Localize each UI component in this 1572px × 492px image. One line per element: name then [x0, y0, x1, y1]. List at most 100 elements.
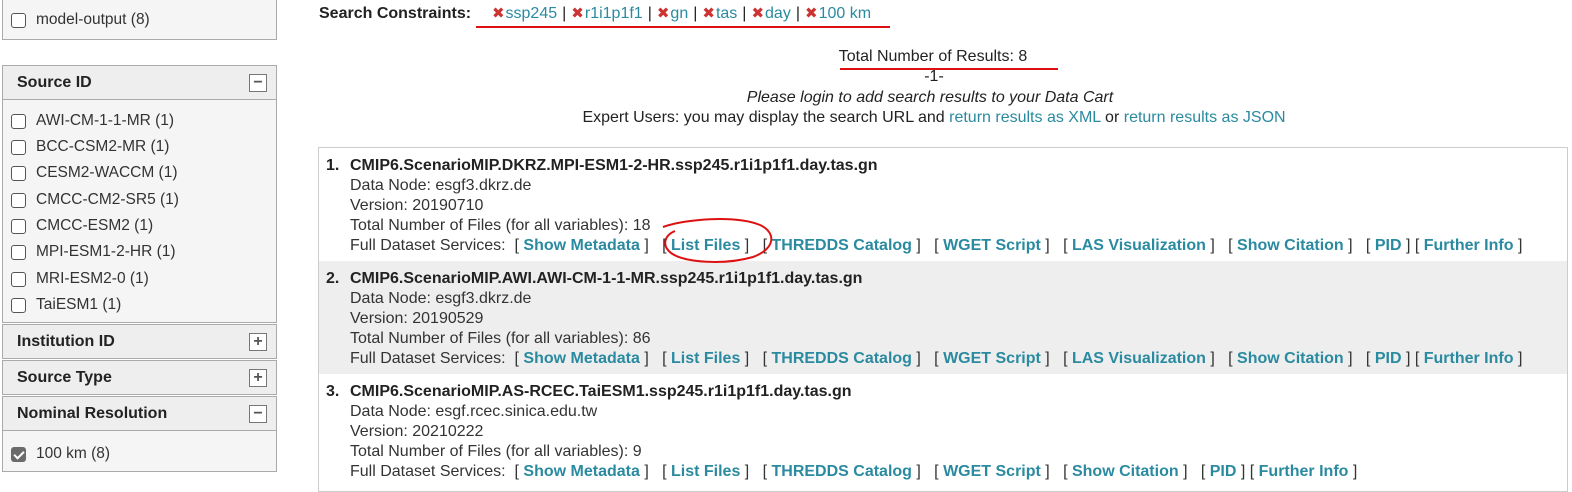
further-info-link[interactable]: Further Info [1424, 237, 1514, 254]
facet-header-institution-id[interactable]: Institution ID + [2, 324, 277, 359]
result-number: 2. [326, 270, 340, 287]
checkbox[interactable] [11, 165, 26, 181]
thredds-catalog-link[interactable]: THREDDS Catalog [771, 237, 911, 254]
result-item: 1. CMIP6.ScenarioMIP.DKRZ.MPI-ESM1-2-HR.… [319, 148, 1567, 261]
remove-x-icon[interactable]: ✖ [657, 5, 670, 22]
facet-item-label: BCC-CSM2-MR (1) [36, 138, 170, 155]
result-item: 3. CMIP6.ScenarioMIP.AS-RCEC.TaiESM1.ssp… [319, 374, 1567, 487]
wget-script-link[interactable]: WGET Script [943, 350, 1041, 367]
pid-link[interactable]: PID [1375, 237, 1402, 254]
return-json-link[interactable]: return results as JSON [1124, 109, 1286, 126]
facet-item[interactable]: CMCC-CM2-SR5 (1) [11, 191, 179, 209]
constraint-item[interactable]: ✖day [751, 5, 790, 22]
result-item: 2. CMIP6.ScenarioMIP.AWI.AWI-CM-1-1-MR.s… [319, 261, 1567, 374]
facet-item[interactable]: MPI-ESM1-2-HR (1) [11, 243, 176, 261]
remove-x-icon[interactable]: ✖ [702, 5, 715, 22]
file-count: Total Number of Files (for all variables… [350, 443, 642, 460]
checkbox[interactable] [11, 139, 26, 155]
facet-title: Institution ID [17, 333, 115, 350]
checkbox[interactable] [11, 113, 26, 129]
list-files-link[interactable]: List Files [671, 350, 740, 367]
show-citation-link[interactable]: Show Citation [1072, 463, 1179, 480]
expert-users-line: Expert Users: you may display the search… [582, 109, 1286, 126]
pid-link[interactable]: PID [1210, 463, 1237, 480]
further-info-link[interactable]: Further Info [1424, 350, 1514, 367]
version: Version: 20190529 [350, 310, 484, 327]
collapse-icon[interactable]: − [249, 405, 267, 423]
facet-title: Source ID [17, 74, 92, 91]
show-citation-link[interactable]: Show Citation [1237, 237, 1344, 254]
result-title: CMIP6.ScenarioMIP.DKRZ.MPI-ESM1-2-HR.ssp… [350, 157, 878, 174]
checkbox[interactable] [11, 12, 26, 28]
facet-item[interactable]: CMCC-ESM2 (1) [11, 217, 153, 235]
facet-sidebar: model-output (8) Source ID − AWI-CM-1-1-… [0, 0, 280, 490]
list-files-link[interactable]: List Files [671, 463, 740, 480]
facet-item[interactable]: CESM2-WACCM (1) [11, 164, 178, 182]
data-node: Data Node: esgf3.dkrz.de [350, 290, 532, 307]
remove-x-icon[interactable]: ✖ [805, 5, 818, 22]
remove-x-icon[interactable]: ✖ [751, 5, 764, 22]
constraint-item[interactable]: ✖100 km [805, 5, 871, 22]
data-node: Data Node: esgf.rcec.sinica.edu.tw [350, 403, 598, 420]
search-constraints: Search Constraints: ✖ssp245 | ✖r1i1p1f1 | ✖g… [319, 4, 871, 23]
facet-box-nominal-resolution: 100 km (8) [2, 430, 277, 472]
data-node: Data Node: esgf3.dkrz.de [350, 177, 532, 194]
collapse-icon[interactable]: − [249, 74, 267, 92]
facet-item[interactable]: TaiESM1 (1) [11, 296, 121, 314]
facet-item-label: model-output (8) [36, 11, 150, 28]
result-title: CMIP6.ScenarioMIP.AS-RCEC.TaiESM1.ssp245… [350, 383, 852, 400]
facet-item[interactable]: AWI-CM-1-1-MR (1) [11, 112, 174, 130]
show-metadata-link[interactable]: Show Metadata [523, 463, 639, 480]
facet-box-data-type: model-output (8) [2, 0, 277, 40]
separator: | [693, 5, 698, 22]
constraint-item[interactable]: ✖tas [702, 5, 737, 22]
facet-header-nominal-resolution[interactable]: Nominal Resolution − [2, 396, 277, 431]
dataset-services: Full Dataset Services: [ Show Metadata ]… [350, 237, 1523, 254]
facet-item-label: CESM2-WACCM (1) [36, 164, 178, 181]
further-info-link[interactable]: Further Info [1259, 463, 1349, 480]
facet-item[interactable]: BCC-CSM2-MR (1) [11, 138, 169, 156]
remove-x-icon[interactable]: ✖ [492, 5, 505, 22]
wget-script-link[interactable]: WGET Script [943, 463, 1041, 480]
las-visualization-link[interactable]: LAS Visualization [1072, 350, 1206, 367]
facet-item[interactable]: MRI-ESM2-0 (1) [11, 270, 149, 288]
thredds-catalog-link[interactable]: THREDDS Catalog [771, 350, 911, 367]
facet-header-source-type[interactable]: Source Type + [2, 360, 277, 395]
checkbox[interactable] [11, 192, 26, 208]
checkbox[interactable] [11, 244, 26, 260]
facet-header-source-id[interactable]: Source ID − [2, 65, 277, 100]
pid-link[interactable]: PID [1375, 350, 1402, 367]
show-citation-link[interactable]: Show Citation [1237, 350, 1344, 367]
constraints-label: Search Constraints: [319, 5, 472, 22]
facet-item[interactable]: 100 km (8) [11, 445, 110, 463]
result-number: 3. [326, 383, 340, 400]
constraint-item[interactable]: ✖r1i1p1f1 [571, 5, 642, 22]
checkbox-checked[interactable] [11, 446, 26, 462]
facet-item-label: 100 km (8) [36, 445, 111, 462]
version: Version: 20210222 [350, 423, 484, 440]
remove-x-icon[interactable]: ✖ [571, 5, 584, 22]
separator: | [562, 5, 567, 22]
constraint-item[interactable]: ✖gn [657, 5, 688, 22]
facet-item-label: TaiESM1 (1) [36, 296, 122, 313]
page-number: -1- [924, 68, 944, 85]
result-title: CMIP6.ScenarioMIP.AWI.AWI-CM-1-1-MR.ssp2… [350, 270, 863, 287]
expand-icon[interactable]: + [249, 333, 267, 351]
thredds-catalog-link[interactable]: THREDDS Catalog [771, 463, 911, 480]
return-xml-link[interactable]: return results as XML [949, 109, 1100, 126]
checkbox[interactable] [11, 271, 26, 287]
checkbox[interactable] [11, 218, 26, 234]
checkbox[interactable] [11, 297, 26, 313]
constraint-item[interactable]: ✖ssp245 [492, 5, 557, 22]
show-metadata-link[interactable]: Show Metadata [523, 237, 639, 254]
login-note: Please login to add search results to yo… [746, 89, 1114, 106]
file-count: Total Number of Files (for all variables… [350, 217, 651, 234]
las-visualization-link[interactable]: LAS Visualization [1072, 237, 1206, 254]
facet-title: Nominal Resolution [17, 405, 168, 422]
expand-icon[interactable]: + [249, 369, 267, 387]
show-metadata-link[interactable]: Show Metadata [523, 350, 639, 367]
wget-script-link[interactable]: WGET Script [943, 237, 1041, 254]
facet-item-model-output[interactable]: model-output (8) [11, 11, 150, 29]
separator: | [647, 5, 652, 22]
dataset-services: Full Dataset Services: [ Show Metadata ]… [350, 350, 1523, 367]
